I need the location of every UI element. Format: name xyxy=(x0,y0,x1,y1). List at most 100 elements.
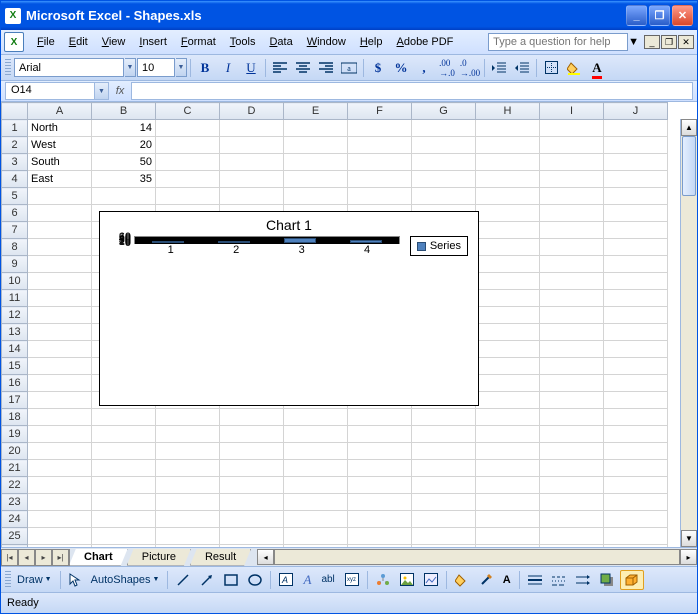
cell-C20[interactable] xyxy=(156,443,220,460)
cell-F3[interactable] xyxy=(348,154,412,171)
scroll-right-button[interactable]: ▸ xyxy=(680,549,697,565)
cell-H7[interactable] xyxy=(476,222,540,239)
cell-A5[interactable] xyxy=(28,188,92,205)
cell-E25[interactable] xyxy=(284,528,348,545)
cell-H23[interactable] xyxy=(476,494,540,511)
cell-H11[interactable] xyxy=(476,290,540,307)
merge-center-button[interactable]: a xyxy=(338,57,360,79)
minimize-button[interactable]: _ xyxy=(626,5,647,26)
cell-B4[interactable]: 35 xyxy=(92,171,156,188)
doc-restore-button[interactable]: ❐ xyxy=(661,35,677,49)
autoshapes-menu[interactable]: AutoShapes ▼ xyxy=(87,572,164,588)
cell-A26[interactable] xyxy=(28,545,92,548)
cell-D5[interactable] xyxy=(220,188,284,205)
cell-E2[interactable] xyxy=(284,137,348,154)
3d-style-button[interactable] xyxy=(620,570,644,590)
cell-G4[interactable] xyxy=(412,171,476,188)
insert-label-button[interactable]: abl xyxy=(317,572,338,587)
cell-D23[interactable] xyxy=(220,494,284,511)
cell-I25[interactable] xyxy=(540,528,604,545)
cell-I3[interactable] xyxy=(540,154,604,171)
cell-H6[interactable] xyxy=(476,205,540,222)
cell-J19[interactable] xyxy=(604,426,668,443)
comma-button[interactable]: , xyxy=(413,57,435,79)
cell-F5[interactable] xyxy=(348,188,412,205)
cell-B21[interactable] xyxy=(92,460,156,477)
row-header-8[interactable]: 8 xyxy=(2,239,28,256)
decrease-indent-button[interactable] xyxy=(488,57,510,79)
cell-J11[interactable] xyxy=(604,290,668,307)
row-header-20[interactable]: 20 xyxy=(2,443,28,460)
cell-H13[interactable] xyxy=(476,324,540,341)
row-header-2[interactable]: 2 xyxy=(2,137,28,154)
cell-H1[interactable] xyxy=(476,120,540,137)
cell-A15[interactable] xyxy=(28,358,92,375)
cell-I26[interactable] xyxy=(540,545,604,548)
percent-button[interactable]: % xyxy=(390,57,412,79)
cell-B3[interactable]: 50 xyxy=(92,154,156,171)
cell-J6[interactable] xyxy=(604,205,668,222)
cell-H9[interactable] xyxy=(476,256,540,273)
cell-D2[interactable] xyxy=(220,137,284,154)
menu-adobe-pdf[interactable]: Adobe PDF xyxy=(389,33,460,51)
row-header-1[interactable]: 1 xyxy=(2,120,28,137)
row-header-10[interactable]: 10 xyxy=(2,273,28,290)
row-header-21[interactable]: 21 xyxy=(2,460,28,477)
toolbar-handle[interactable] xyxy=(5,59,11,77)
align-right-button[interactable] xyxy=(315,57,337,79)
row-header-25[interactable]: 25 xyxy=(2,528,28,545)
cell-J23[interactable] xyxy=(604,494,668,511)
cell-A1[interactable]: North xyxy=(28,120,92,137)
cell-A19[interactable] xyxy=(28,426,92,443)
cell-J9[interactable] xyxy=(604,256,668,273)
cell-E3[interactable] xyxy=(284,154,348,171)
cell-H21[interactable] xyxy=(476,460,540,477)
cell-D4[interactable] xyxy=(220,171,284,188)
cell-B5[interactable] xyxy=(92,188,156,205)
cell-G26[interactable] xyxy=(412,545,476,548)
row-header-15[interactable]: 15 xyxy=(2,358,28,375)
menu-window[interactable]: Window xyxy=(300,33,353,51)
cell-A22[interactable] xyxy=(28,477,92,494)
cell-F25[interactable] xyxy=(348,528,412,545)
cell-G2[interactable] xyxy=(412,137,476,154)
cell-J1[interactable] xyxy=(604,120,668,137)
scroll-up-button[interactable]: ▲ xyxy=(681,119,697,136)
line-color-button[interactable] xyxy=(475,571,497,589)
cell-A8[interactable] xyxy=(28,239,92,256)
sheet-tab-chart[interactable]: Chart xyxy=(69,549,128,566)
cell-B24[interactable] xyxy=(92,511,156,528)
cell-I7[interactable] xyxy=(540,222,604,239)
cell-G23[interactable] xyxy=(412,494,476,511)
arrow-style-button[interactable] xyxy=(572,572,594,588)
tab-nav-last[interactable]: ▸| xyxy=(52,549,69,566)
menu-help[interactable]: Help xyxy=(353,33,390,51)
cell-H12[interactable] xyxy=(476,307,540,324)
cell-F20[interactable] xyxy=(348,443,412,460)
row-header-23[interactable]: 23 xyxy=(2,494,28,511)
column-header-C[interactable]: C xyxy=(156,103,220,120)
cell-C25[interactable] xyxy=(156,528,220,545)
cell-J22[interactable] xyxy=(604,477,668,494)
cell-H16[interactable] xyxy=(476,375,540,392)
increase-decimal-button[interactable]: .00→.0 xyxy=(436,57,458,79)
toolbar-handle[interactable] xyxy=(5,571,11,589)
column-header-J[interactable]: J xyxy=(604,103,668,120)
cell-D19[interactable] xyxy=(220,426,284,443)
cell-E5[interactable] xyxy=(284,188,348,205)
cell-E19[interactable] xyxy=(284,426,348,443)
font-size-dropdown[interactable]: ▼ xyxy=(176,58,187,77)
tab-nav-next[interactable]: ▸ xyxy=(35,549,52,566)
arrow-button[interactable] xyxy=(196,571,218,589)
cell-J15[interactable] xyxy=(604,358,668,375)
cell-J26[interactable] xyxy=(604,545,668,548)
cell-B26[interactable] xyxy=(92,545,156,548)
cell-H10[interactable] xyxy=(476,273,540,290)
rectangle-button[interactable] xyxy=(220,572,242,588)
cell-D18[interactable] xyxy=(220,409,284,426)
cell-C22[interactable] xyxy=(156,477,220,494)
cell-J13[interactable] xyxy=(604,324,668,341)
cell-A23[interactable] xyxy=(28,494,92,511)
scroll-thumb[interactable] xyxy=(682,136,696,196)
cell-E20[interactable] xyxy=(284,443,348,460)
